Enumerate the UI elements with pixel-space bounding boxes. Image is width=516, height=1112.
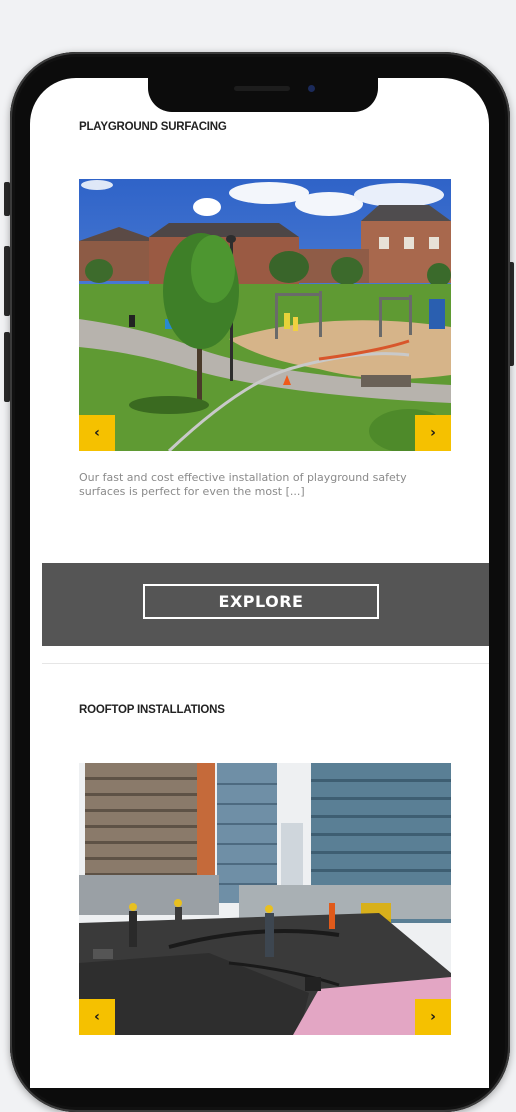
playground-photo: ‹ ›: [79, 179, 451, 451]
explore-band: EXPLORE: [42, 563, 489, 646]
section-title-playground: PLAYGROUND SURFACING: [79, 121, 227, 133]
chevron-left-icon: ‹: [94, 1009, 100, 1025]
section-divider: [42, 663, 489, 664]
chevron-right-icon: ›: [430, 425, 436, 441]
carousel-next-button[interactable]: ›: [415, 999, 451, 1035]
front-camera: [308, 85, 315, 92]
chevron-right-icon: ›: [430, 1009, 436, 1025]
explore-button[interactable]: EXPLORE: [143, 584, 379, 619]
carousel-next-button[interactable]: ›: [415, 415, 451, 451]
rooftop-photo: ‹ ›: [79, 763, 451, 1035]
chevron-left-icon: ‹: [94, 425, 100, 441]
phone-screen: PLAYGROUND SURFACING ‹ › Our fast and co…: [30, 78, 489, 1088]
carousel-prev-button[interactable]: ‹: [79, 415, 115, 451]
section-title-rooftop: ROOFTOP INSTALLATIONS: [79, 704, 225, 716]
carousel-prev-button[interactable]: ‹: [79, 999, 115, 1035]
phone-notch: [148, 78, 378, 112]
section-excerpt: Our fast and cost effective installation…: [79, 471, 407, 498]
speaker-grille: [234, 86, 290, 91]
